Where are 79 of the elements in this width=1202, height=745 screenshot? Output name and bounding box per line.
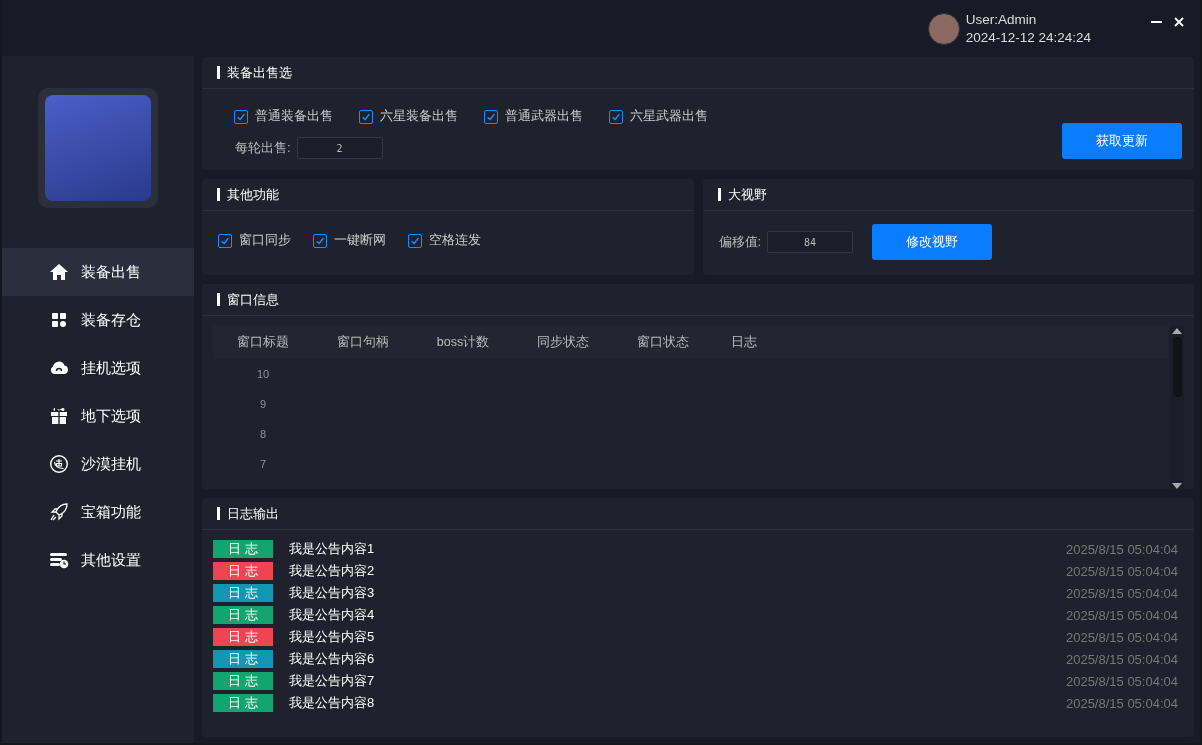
input-field[interactable]: 2 [296,137,383,159]
table-cell-text: 7 [258,458,268,470]
log-tag: 日 志 [213,606,273,624]
column-header[interactable]: 窗口状态 [613,333,713,351]
log-time: 2025/8/15 05:04:04 [1065,563,1178,579]
sidebar-item[interactable]: 其他设置 [2,536,194,584]
log-message: 我是公告内容2 [289,562,375,580]
log-tag: 日 志 [213,650,273,668]
panel-title: 大视野 [727,185,767,204]
log-tag: 日 志 [213,694,273,712]
log-tag: 日 志 [213,584,273,602]
panel-title: 其他功能 [227,185,279,204]
close-icon[interactable] [1174,17,1184,27]
log-message: 我是公告内容1 [289,540,375,558]
sidebar-item[interactable]: 装备出售 [2,248,194,296]
gift-icon [49,406,69,426]
log-time: 2025/8/15 05:04:04 [1065,695,1178,711]
user-avatar [927,13,960,45]
date-time: 2024-12-12 24:24:24 [965,29,1091,47]
table-cell-text: 8 [258,428,268,440]
checkbox[interactable] [313,233,327,248]
scroll-up-icon[interactable] [1172,328,1182,334]
checkbox-option[interactable]: 普通装备出售 [234,108,333,125]
log-time: 2025/8/15 05:04:04 [1065,585,1178,601]
log-message: 我是公告内容6 [289,650,375,668]
log-tag: 日 志 [213,540,273,558]
checkbox[interactable] [609,109,623,124]
panel-title: 装备出售选 [227,63,292,82]
log-time: 2025/8/15 05:04:04 [1065,673,1178,689]
checkbox[interactable] [408,233,422,248]
checkbox[interactable] [484,109,498,124]
log-time: 2025/8/15 05:04:04 [1065,541,1178,557]
column-header[interactable]: 窗口句柄 [313,333,413,351]
table-cell-text: 10 [255,368,271,380]
log-time: 2025/8/15 05:04:04 [1065,607,1178,623]
log-tag: 日 志 [213,628,273,646]
log-message: 我是公告内容7 [289,672,375,690]
log-tag: 日 志 [213,562,273,580]
column-header[interactable]: 窗口标题 [213,333,313,351]
sidebar-item[interactable]: 地下选项 [2,392,194,440]
log-message: 我是公告内容8 [289,694,375,712]
user-name: User:Admin [965,11,1038,29]
checkbox-option[interactable]: 窗口同步 [218,232,291,249]
log-message: 我是公告内容5 [289,628,375,646]
checkbox-option[interactable]: 六星武器出售 [609,108,708,125]
log-message: 我是公告内容3 [289,584,375,602]
grid-icon [49,310,69,330]
sidebar-item[interactable]: 挂机选项 [2,344,194,392]
modify-view-button[interactable]: 修改视野 [872,224,993,260]
panel-title: 日志输出 [227,504,279,523]
scrollbar[interactable] [1170,325,1184,489]
checkbox-option[interactable]: 六星装备出售 [359,108,458,125]
log-time: 2025/8/15 05:04:04 [1065,651,1178,667]
rocket-icon [49,502,69,522]
column-header[interactable]: boss计数 [413,333,513,351]
field-label: 每轮出售: [235,139,291,157]
sidebar-item[interactable]: 宝箱功能 [2,488,194,536]
home-icon [49,262,69,282]
input-field[interactable]: 84 [767,231,854,253]
stack-clock-icon [49,550,69,570]
scroll-down-icon[interactable] [1172,483,1182,489]
sidebar-item[interactable]: 装备存仓 [2,296,194,344]
checkbox-option[interactable]: 一键断网 [313,232,386,249]
log-time: 2025/8/15 05:04:04 [1065,629,1178,645]
badge-icon [49,454,69,474]
table-cell-text: 9 [258,398,268,410]
checkbox[interactable] [234,109,248,124]
update-button[interactable]: 获取更新 [1062,123,1182,159]
log-message: 我是公告内容4 [289,606,375,624]
checkbox[interactable] [218,233,232,248]
field-label: 偏移值: [718,233,762,251]
panel-title: 窗口信息 [227,290,279,309]
checkbox-option[interactable]: 普通武器出售 [484,108,583,125]
checkbox-option[interactable]: 空格连发 [408,232,481,249]
column-header[interactable]: 同步状态 [513,333,613,351]
log-tag: 日 志 [213,672,273,690]
checkbox[interactable] [359,109,373,124]
column-header[interactable]: 日志 [713,333,775,351]
sidebar-item[interactable]: 沙漠挂机 [2,440,194,488]
